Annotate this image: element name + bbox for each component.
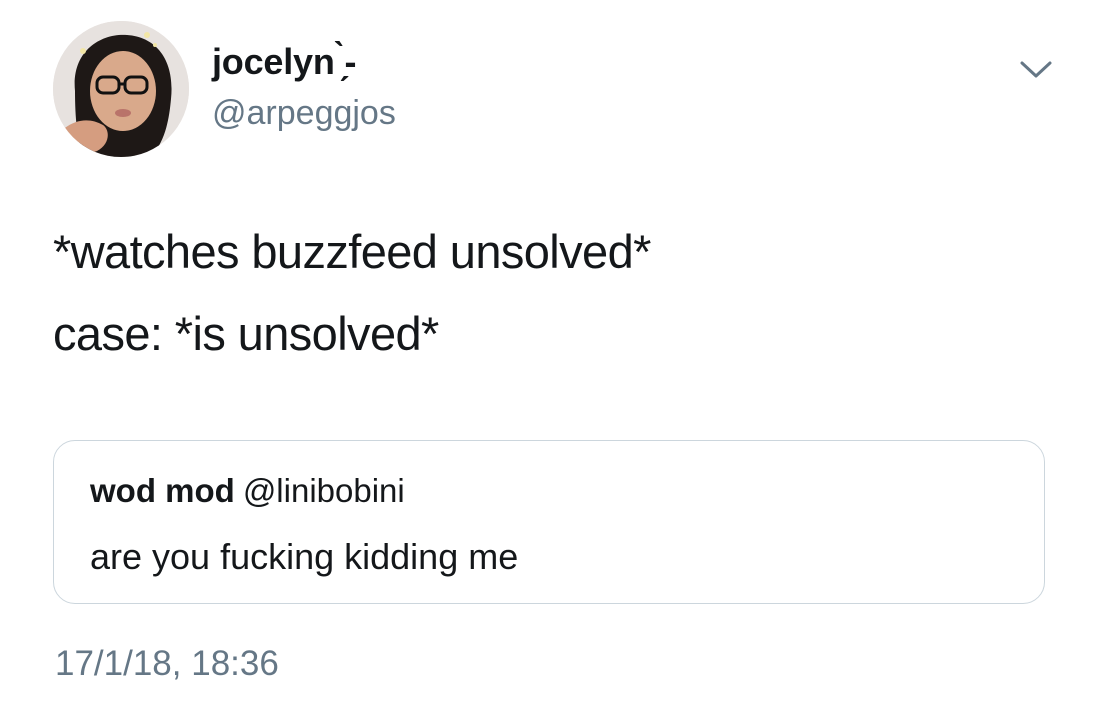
tweet-text-line: *watches buzzfeed unsolved* — [53, 225, 651, 278]
quoted-tweet[interactable]: wod mod @linibobini are you fucking kiddi… — [53, 440, 1045, 604]
quoted-tweet-text: are you fucking kidding me — [90, 536, 519, 577]
author-display-name[interactable]: jocelyn ̗̀- — [212, 40, 356, 84]
quoted-author-name: wod mod — [90, 472, 235, 509]
chevron-down-icon[interactable] — [1018, 57, 1054, 81]
author-handle[interactable]: @arpeggjos — [212, 92, 396, 134]
quoted-tweet-header: wod mod @linibobini — [90, 471, 405, 511]
tweet-text: *watches buzzfeed unsolved* case: *is un… — [53, 222, 1053, 386]
tweet-text-line: case: *is unsolved* — [53, 307, 439, 360]
author-avatar[interactable] — [53, 21, 189, 157]
tweet-timestamp[interactable]: 17/1/18, 18:36 — [55, 643, 279, 685]
tweet-card: jocelyn ̗̀- @arpeggjos *watches buzzfeed… — [0, 0, 1100, 706]
quoted-author-handle: @linibobini — [242, 472, 405, 509]
avatar-image — [53, 21, 189, 157]
